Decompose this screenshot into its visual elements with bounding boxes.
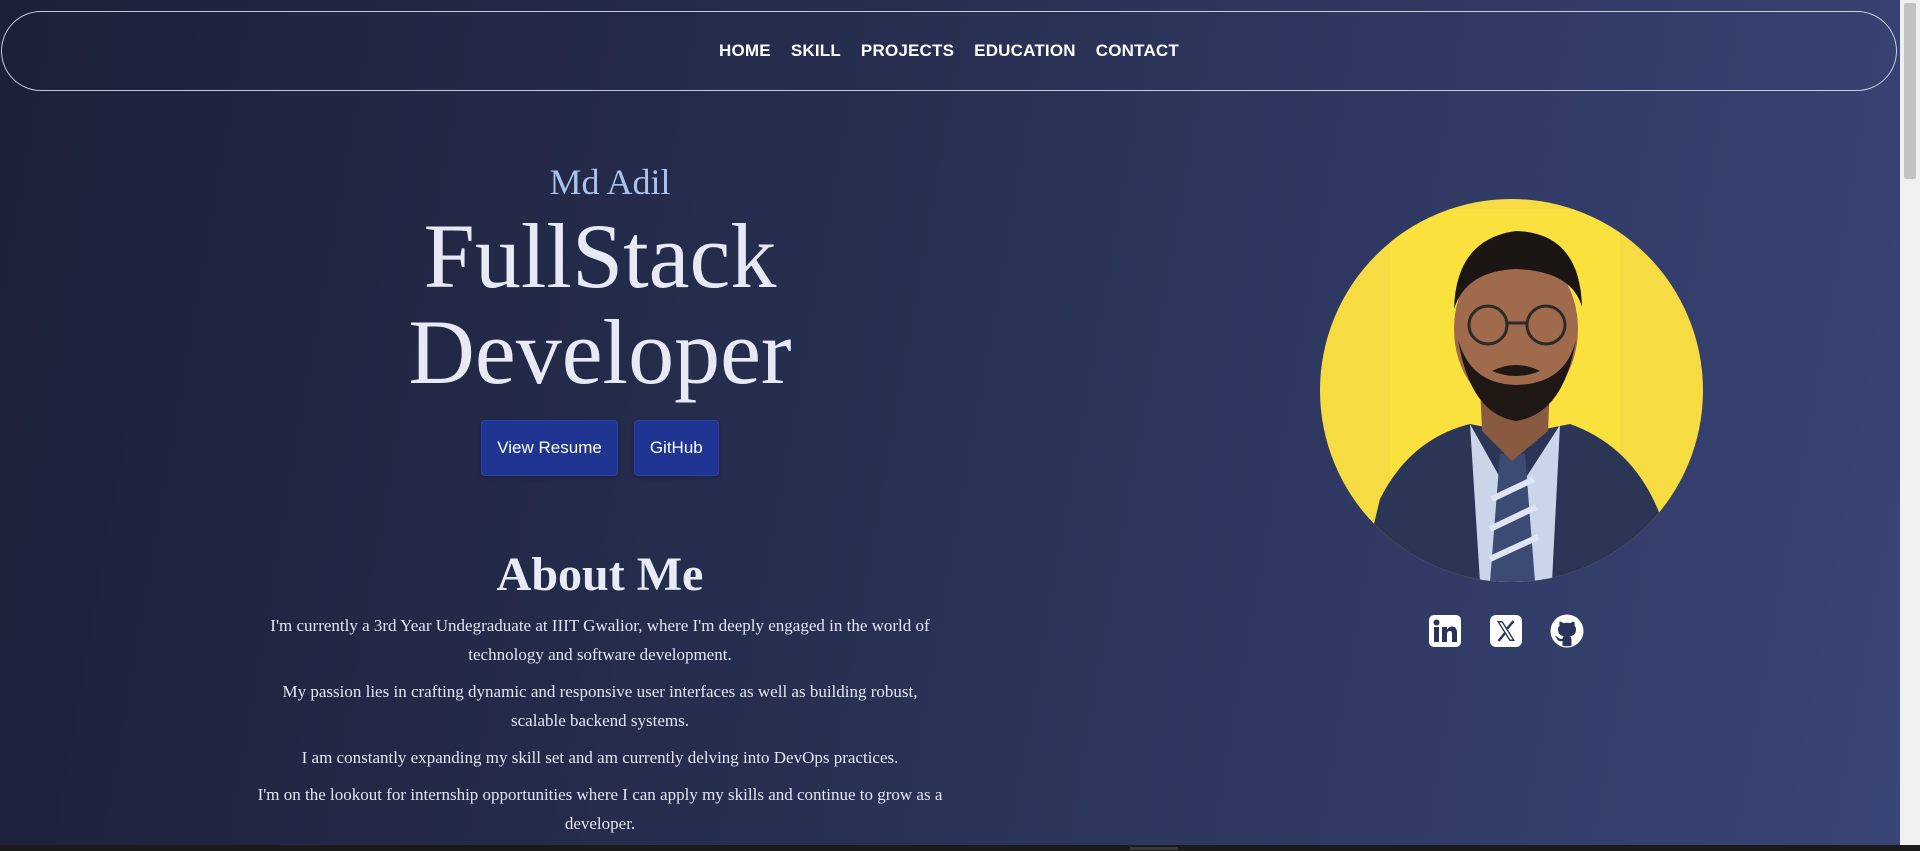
hero-name: Md Adil bbox=[549, 162, 671, 202]
profile-photo bbox=[1320, 199, 1703, 582]
hero-section: Md Adil FullStack Developer View Resume … bbox=[230, 160, 970, 476]
about-section: About Me I'm currently a 3rd Year Undegr… bbox=[230, 545, 970, 845]
linkedin-icon[interactable] bbox=[1428, 614, 1462, 648]
github-button[interactable]: GitHub bbox=[633, 420, 719, 476]
hero-title-line-1: FullStack bbox=[423, 205, 777, 307]
about-heading: About Me bbox=[496, 548, 704, 601]
nav-contact[interactable]: CONTACT bbox=[1096, 41, 1179, 61]
social-links bbox=[1428, 614, 1584, 648]
profile-photo-illustration bbox=[1360, 209, 1680, 582]
hero-title-line-2: Developer bbox=[408, 301, 792, 403]
hero-title: FullStack Developer bbox=[230, 208, 970, 400]
about-paragraph: I'm on the lookout for internship opport… bbox=[257, 785, 943, 833]
about-paragraph: I am constantly expanding my skill set a… bbox=[301, 748, 899, 767]
view-resume-button[interactable]: View Resume bbox=[481, 420, 618, 476]
about-paragraph: My passion lies in crafting dynamic and … bbox=[282, 682, 918, 730]
about-paragraph: I'm currently a 3rd Year Undegraduate at… bbox=[270, 616, 930, 664]
navbar: HOME SKILL PROJECTS EDUCATION CONTACT bbox=[1, 11, 1897, 91]
hero-buttons: View Resume GitHub bbox=[230, 420, 970, 476]
horizontal-scrollbar-thumb[interactable] bbox=[1130, 847, 1178, 850]
scrollbar-thumb[interactable] bbox=[1904, 3, 1916, 179]
github-icon[interactable] bbox=[1550, 614, 1584, 648]
horizontal-scrollbar[interactable] bbox=[0, 845, 1920, 851]
vertical-scrollbar[interactable] bbox=[1900, 0, 1920, 845]
nav-education[interactable]: EDUCATION bbox=[974, 41, 1076, 61]
x-twitter-icon[interactable] bbox=[1489, 614, 1523, 648]
nav-skill[interactable]: SKILL bbox=[791, 41, 841, 61]
nav-projects[interactable]: PROJECTS bbox=[861, 41, 954, 61]
nav-home[interactable]: HOME bbox=[719, 41, 771, 61]
page-viewport: HOME SKILL PROJECTS EDUCATION CONTACT Md… bbox=[0, 0, 1900, 845]
